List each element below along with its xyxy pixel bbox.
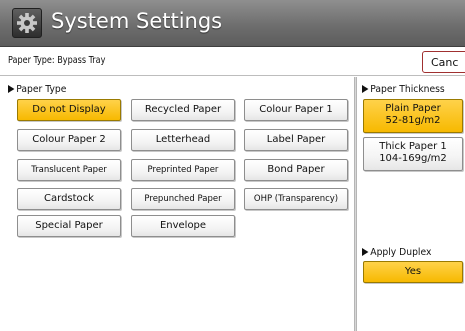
settings-side-panel: Paper Thickness Plain Paper 52-81g/m2 Th… [357,77,465,331]
page-title: System Settings [51,9,223,33]
cancel-button[interactable]: Canc [422,51,465,73]
current-setting-label: Paper Type: Bypass Tray [8,55,106,66]
apply-duplex-heading: Apply Duplex [362,247,431,258]
info-bar: Paper Type: Bypass Tray [0,48,465,76]
gear-icon [12,8,42,38]
apply-duplex-yes[interactable]: Yes [363,261,463,283]
thickness-thick-paper-1-range: 104-169g/m2 [379,153,447,164]
paper-type-recycled-paper[interactable]: Recycled Paper [131,99,235,121]
thickness-thick-paper-1-label: Thick Paper 1 [379,141,447,152]
paper-type-panel: Paper Type Do not Display Recycled Paper… [0,77,354,331]
paper-thickness-heading-text: Paper Thickness [370,84,445,95]
paper-type-heading-text: Paper Type [16,84,67,95]
paper-type-colour-paper-1[interactable]: Colour Paper 1 [244,99,348,121]
thickness-plain-paper-range: 52-81g/m2 [385,115,441,126]
paper-type-label-paper[interactable]: Label Paper [244,129,348,151]
paper-type-letterhead[interactable]: Letterhead [131,129,235,151]
paper-thickness-heading: Paper Thickness [362,84,445,95]
paper-type-envelope[interactable]: Envelope [131,215,235,237]
thickness-plain-paper-label: Plain Paper [385,103,441,114]
paper-type-translucent-paper[interactable]: Translucent Paper [17,159,121,181]
paper-type-heading: Paper Type [8,84,66,95]
arrow-right-icon [362,248,369,256]
paper-type-cardstock[interactable]: Cardstock [17,188,121,210]
apply-duplex-heading-text: Apply Duplex [370,247,432,258]
paper-type-ohp-transparency[interactable]: OHP (Transparency) [244,188,348,210]
paper-type-preprinted-paper[interactable]: Preprinted Paper [131,159,235,181]
thickness-plain-paper[interactable]: Plain Paper 52-81g/m2 [363,99,463,133]
paper-type-do-not-display[interactable]: Do not Display [17,99,121,121]
paper-type-special-paper[interactable]: Special Paper [17,215,121,237]
paper-type-colour-paper-2[interactable]: Colour Paper 2 [17,129,121,151]
paper-type-prepunched-paper[interactable]: Prepunched Paper [131,188,235,210]
paper-type-bond-paper[interactable]: Bond Paper [244,159,348,181]
title-bar: System Settings [0,0,465,47]
thickness-thick-paper-1[interactable]: Thick Paper 1 104-169g/m2 [363,137,463,171]
arrow-right-icon [8,85,15,93]
arrow-right-icon [362,85,369,93]
